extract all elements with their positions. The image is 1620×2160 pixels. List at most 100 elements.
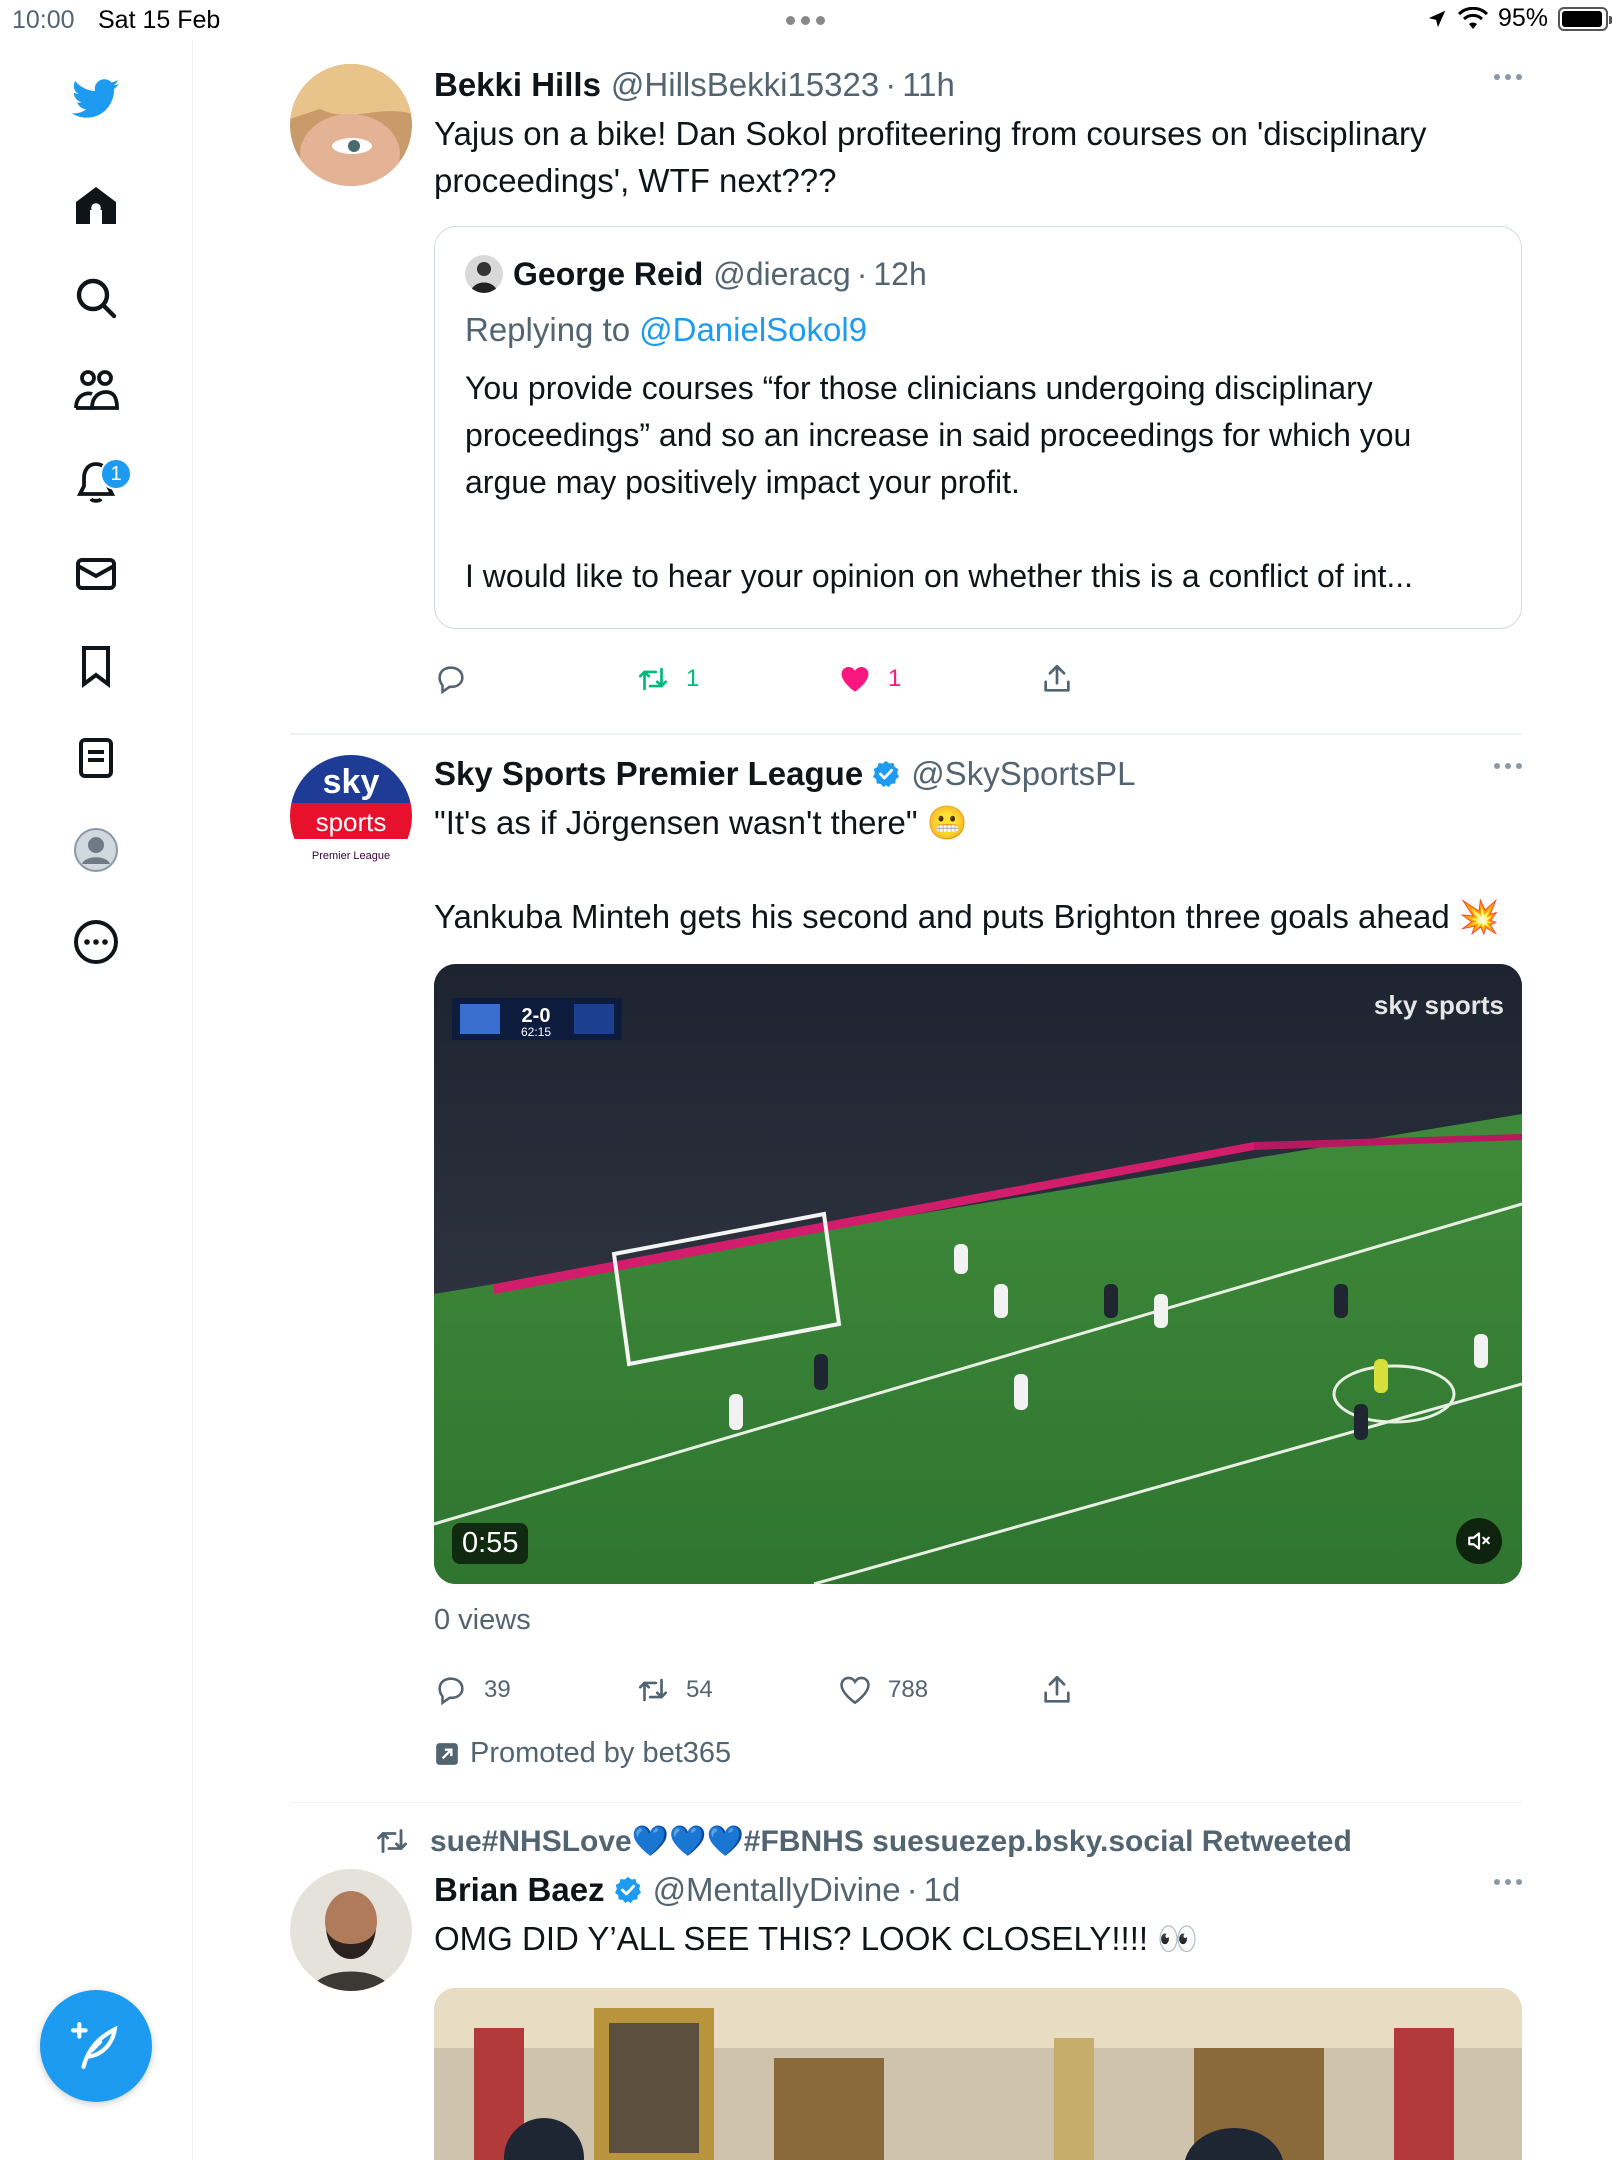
promoted-text: Promoted by bet365	[470, 1737, 732, 1769]
tweet-header: Brian Baez @MentallyDivine · 1d	[434, 1865, 1522, 1915]
share-button[interactable]	[1040, 1673, 1242, 1707]
tweet-sky-sports[interactable]: sky sports Premier League Sky Sports Pre…	[290, 749, 1522, 1778]
replying-to-link[interactable]: @DanielSokol9	[639, 311, 867, 349]
wifi-icon	[1457, 6, 1488, 29]
author-handle[interactable]: @SkySportsPL	[911, 755, 1135, 793]
author-name[interactable]: Bekki Hills	[434, 66, 601, 104]
compose-tweet-icon	[71, 2022, 118, 2069]
author-handle[interactable]: @HillsBekki15323	[611, 66, 879, 104]
avatar[interactable]	[290, 64, 412, 186]
reply-button[interactable]	[434, 662, 636, 696]
reply-icon	[438, 666, 464, 695]
avatar[interactable]	[290, 1869, 412, 1991]
separator-dot: ·	[885, 66, 897, 103]
communities-icon[interactable]	[68, 362, 124, 418]
twitter-logo-icon[interactable]	[68, 70, 124, 126]
notifications-icon[interactable]: 1	[68, 454, 132, 510]
like-count: 788	[888, 1675, 929, 1703]
replying-to: Replying to @DanielSokol9	[465, 305, 1491, 355]
video-clock: 62:15	[521, 1025, 551, 1039]
tweet-time[interactable]: 11h	[902, 66, 955, 104]
battery-percent: 95%	[1497, 4, 1548, 32]
messages-icon[interactable]	[68, 546, 124, 602]
quote-text: You provide courses “for those clinician…	[465, 370, 1414, 594]
retweet-button[interactable]: 1	[636, 662, 838, 696]
lists-icon[interactable]	[68, 730, 124, 786]
reply-button[interactable]: 39	[434, 1673, 636, 1707]
quote-author-name: George Reid	[513, 255, 704, 292]
quote-time: 12h	[873, 255, 927, 292]
compose-tweet-button[interactable]	[40, 1990, 152, 2102]
quote-header: George Reid @dieracg · 12h	[465, 251, 1491, 297]
reply-count: 39	[484, 1675, 511, 1703]
tweet-text: "It's as if Jörgensen wasn't there" 😬 Ya…	[434, 803, 1501, 935]
sidebar: 1	[0, 40, 193, 2160]
multitasking-dots-icon[interactable]	[786, 16, 825, 25]
like-button[interactable]: 1	[838, 662, 1040, 696]
share-button[interactable]	[1040, 662, 1242, 696]
verified-badge-icon	[873, 760, 900, 787]
like-button[interactable]: 788	[838, 1673, 1040, 1707]
more-options-icon[interactable]	[1494, 74, 1522, 80]
retweet-count: 54	[686, 1675, 713, 1703]
replying-label: Replying to	[465, 311, 631, 348]
quote-author-handle: @dieracg	[713, 255, 851, 292]
share-icon	[1044, 1675, 1070, 1703]
more-icon[interactable]	[68, 914, 124, 970]
sky-logo-text: sky	[323, 763, 380, 801]
home-icon[interactable]	[68, 178, 124, 234]
search-icon[interactable]	[68, 270, 124, 326]
separator-dot: ·	[856, 255, 868, 292]
status-bar: 10:00 Sat 15 Feb 95%	[0, 0, 1620, 40]
retweet-count: 1	[686, 665, 700, 692]
author-handle[interactable]: @MentallyDivine	[653, 1871, 901, 1909]
tweet-actions: 39 54 788	[434, 1650, 1522, 1730]
author-name[interactable]: Sky Sports Premier League	[434, 755, 863, 793]
tweet-header: Bekki Hills @HillsBekki15323 · 11h	[434, 60, 1522, 110]
tweet-image[interactable]	[434, 1988, 1522, 2160]
video-player[interactable]: 2-0 62:15 sky sports 0:55	[434, 963, 1522, 1584]
battery-icon	[1558, 6, 1612, 31]
tweet-header: Sky Sports Premier League @SkySportsPL	[434, 749, 1522, 799]
location-arrow-icon	[1428, 10, 1446, 27]
avatar	[465, 255, 503, 293]
tweet-divider	[290, 1801, 1522, 1803]
premier-league-logo-text: Premier League	[312, 850, 390, 862]
profile-icon[interactable]	[68, 822, 124, 878]
quoted-tweet[interactable]: George Reid @dieracg · 12h Replying to @…	[434, 226, 1522, 629]
video-scoreboard: 2-0	[522, 1005, 551, 1027]
separator-dot: ·	[906, 1871, 918, 1908]
retweet-icon	[638, 667, 668, 691]
more-options-icon[interactable]	[1494, 1879, 1522, 1885]
video-frame: 2-0 62:15 sky sports	[434, 963, 1522, 1584]
retweet-icon	[638, 1678, 668, 1701]
tweet-bekki-hills[interactable]: Bekki Hills @HillsBekki15323 · 11h Yajus…	[290, 60, 1522, 719]
image-preview	[434, 1988, 1522, 2160]
author-name[interactable]: Brian Baez	[434, 1871, 605, 1909]
promoted-label[interactable]: Promoted by bet365	[434, 1730, 1522, 1778]
heart-icon	[840, 1676, 870, 1704]
retweeted-by[interactable]: sue#NHSLove💙💙💙#FBNHS suesuezep.bsky.soci…	[374, 1817, 1522, 1865]
video-duration: 0:55	[452, 1522, 529, 1564]
mute-button[interactable]	[1456, 1517, 1502, 1564]
notification-badge: 1	[100, 458, 132, 490]
bookmarks-icon[interactable]	[68, 638, 124, 694]
more-options-icon[interactable]	[1494, 762, 1522, 769]
heart-filled-icon	[841, 666, 869, 692]
tweet-text: Yajus on a bike! Dan Sokol profiteering …	[434, 115, 1427, 199]
avatar[interactable]: sky sports Premier League	[290, 754, 412, 877]
share-icon	[1044, 664, 1070, 692]
retweeted-by-text: sue#NHSLove💙💙💙#FBNHS suesuezep.bsky.soci…	[430, 1824, 1352, 1858]
tweet-text: OMG DID Y’ALL SEE THIS? LOOK CLOSELY!!!!…	[434, 1920, 1199, 1957]
tweet-brian-baez[interactable]: Brian Baez @MentallyDivine · 1d OMG DID …	[290, 1865, 1522, 2160]
retweet-button[interactable]: 54	[636, 1673, 838, 1707]
tweet-divider	[290, 733, 1522, 735]
sports-logo-text: sports	[316, 807, 387, 837]
tweet-time[interactable]: 1d	[924, 1871, 961, 1909]
video-watermark: sky sports	[1374, 990, 1504, 1020]
view-count: 0 views	[434, 1603, 531, 1636]
retweet-icon	[377, 1829, 407, 1853]
timeline-feed: Bekki Hills @HillsBekki15323 · 11h Yajus…	[290, 40, 1522, 2160]
status-right: 95%	[1426, 4, 1612, 33]
status-time: 10:00	[12, 6, 75, 34]
